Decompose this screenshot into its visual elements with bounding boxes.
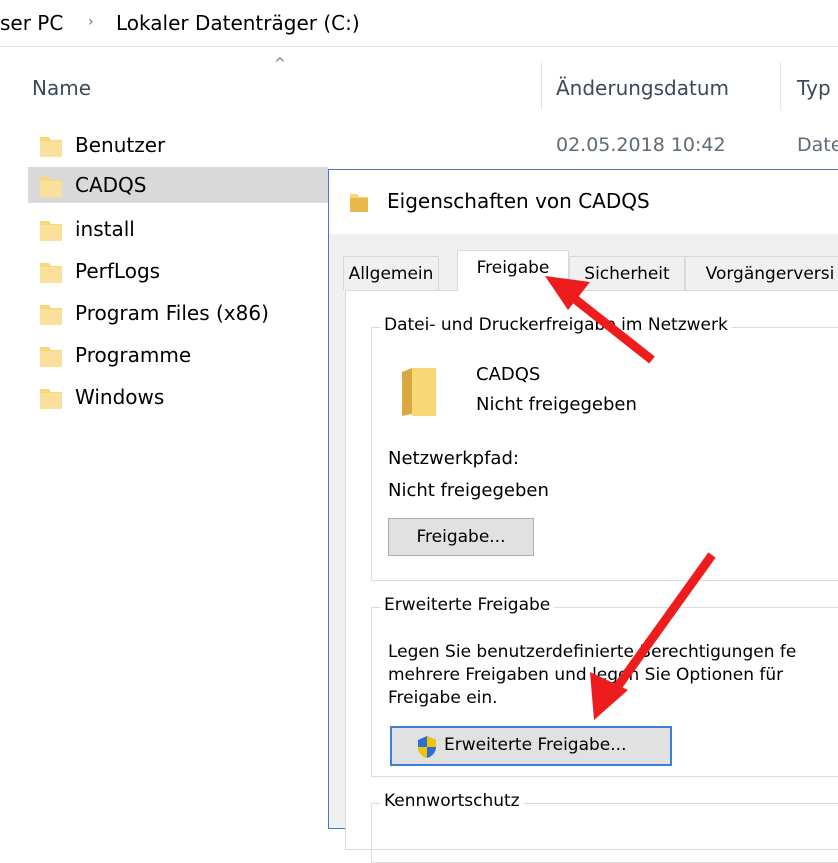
tab-allgemein[interactable]: Allgemein [343, 256, 439, 290]
dialog-title: Eigenschaften von CADQS [387, 189, 650, 213]
tab-strip: Allgemein Freigabe Sicherheit Vorgängerv… [343, 250, 838, 291]
network-sharing-group: Datei- und Druckerfreigabe im Netzwerk C… [371, 315, 838, 581]
breadcrumb-this-pc[interactable]: ser PC [0, 11, 63, 35]
password-protection-caption: Kennwortschutz [380, 791, 524, 811]
sort-up-icon: ^ [274, 56, 286, 72]
tab-freigabe[interactable]: Freigabe [457, 250, 569, 291]
list-item[interactable]: PerfLogs [28, 253, 328, 289]
folder-icon [40, 347, 62, 367]
network-path-value: Nicht freigegeben [388, 480, 549, 501]
chevron-right-icon[interactable]: › [88, 14, 94, 30]
column-divider[interactable] [541, 62, 542, 110]
advanced-sharing-button[interactable]: Erweiterte Freigabe... [390, 726, 672, 766]
folder-icon [350, 194, 368, 212]
advanced-sharing-description-line: Legen Sie benutzerdefinierte Berechtigun… [388, 642, 797, 662]
uac-shield-icon [418, 736, 436, 758]
folder-icon [40, 389, 62, 409]
breadcrumb-drive[interactable]: Lokaler Datenträger (C:) [116, 11, 360, 35]
file-date: 02.05.2018 10:42 [556, 134, 726, 156]
network-path-label: Netzwerkpfad: [388, 448, 519, 469]
dialog-titlebar[interactable]: Eigenschaften von CADQS [329, 170, 838, 234]
folder-icon [40, 137, 62, 157]
file-name: install [75, 217, 135, 241]
folder-name: CADQS [476, 364, 541, 385]
column-header-name[interactable]: Name [32, 76, 91, 130]
file-name: CADQS [75, 173, 147, 197]
folder-icon [40, 177, 62, 197]
freigabe-panel: Datei- und Druckerfreigabe im Netzwerk C… [345, 290, 838, 863]
advanced-sharing-description-line: Freigabe ein. [388, 688, 498, 708]
advanced-sharing-button-label: Erweiterte Freigabe... [444, 735, 627, 755]
file-name: Windows [75, 385, 165, 409]
file-name: Programme [75, 343, 192, 367]
column-header-date[interactable]: Änderungsdatum [556, 76, 729, 130]
list-item[interactable]: Windows [28, 379, 328, 415]
advanced-sharing-group: Erweiterte Freigabe Legen Sie benutzerde… [371, 595, 838, 777]
breadcrumb: ser PC › Lokaler Datenträger (C:) [0, 0, 838, 47]
shared-folder-icon [402, 368, 436, 416]
folder-icon [40, 263, 62, 283]
advanced-sharing-caption: Erweiterte Freigabe [380, 595, 555, 615]
share-button[interactable]: Freigabe... [388, 518, 534, 556]
password-protection-group: Kennwortschutz [371, 791, 838, 863]
advanced-sharing-description-line: mehrere Freigaben und legen Sie Optionen… [388, 665, 784, 685]
list-item[interactable]: Programme [28, 337, 328, 373]
file-type: Date [797, 134, 838, 156]
folder-icon [40, 221, 62, 241]
file-name: Program Files (x86) [75, 301, 269, 325]
column-divider[interactable] [780, 62, 781, 110]
sharing-status: Nicht freigegeben [476, 394, 637, 415]
column-header-type[interactable]: Typ [797, 76, 831, 130]
list-item[interactable]: CADQS [28, 167, 328, 203]
tab-vorgaengerversionen[interactable]: Vorgängerversi [685, 256, 838, 290]
file-name: PerfLogs [75, 259, 161, 283]
network-sharing-caption: Datei- und Druckerfreigabe im Netzwerk [380, 315, 732, 335]
file-name: Benutzer [75, 133, 166, 157]
list-item[interactable]: install [28, 211, 328, 247]
folder-icon [40, 305, 62, 325]
tab-sicherheit[interactable]: Sicherheit [569, 256, 685, 290]
list-item[interactable]: Benutzer [28, 127, 328, 163]
properties-dialog: Eigenschaften von CADQS Allgemein Freiga… [328, 169, 838, 863]
list-item[interactable]: Program Files (x86) [28, 295, 328, 331]
